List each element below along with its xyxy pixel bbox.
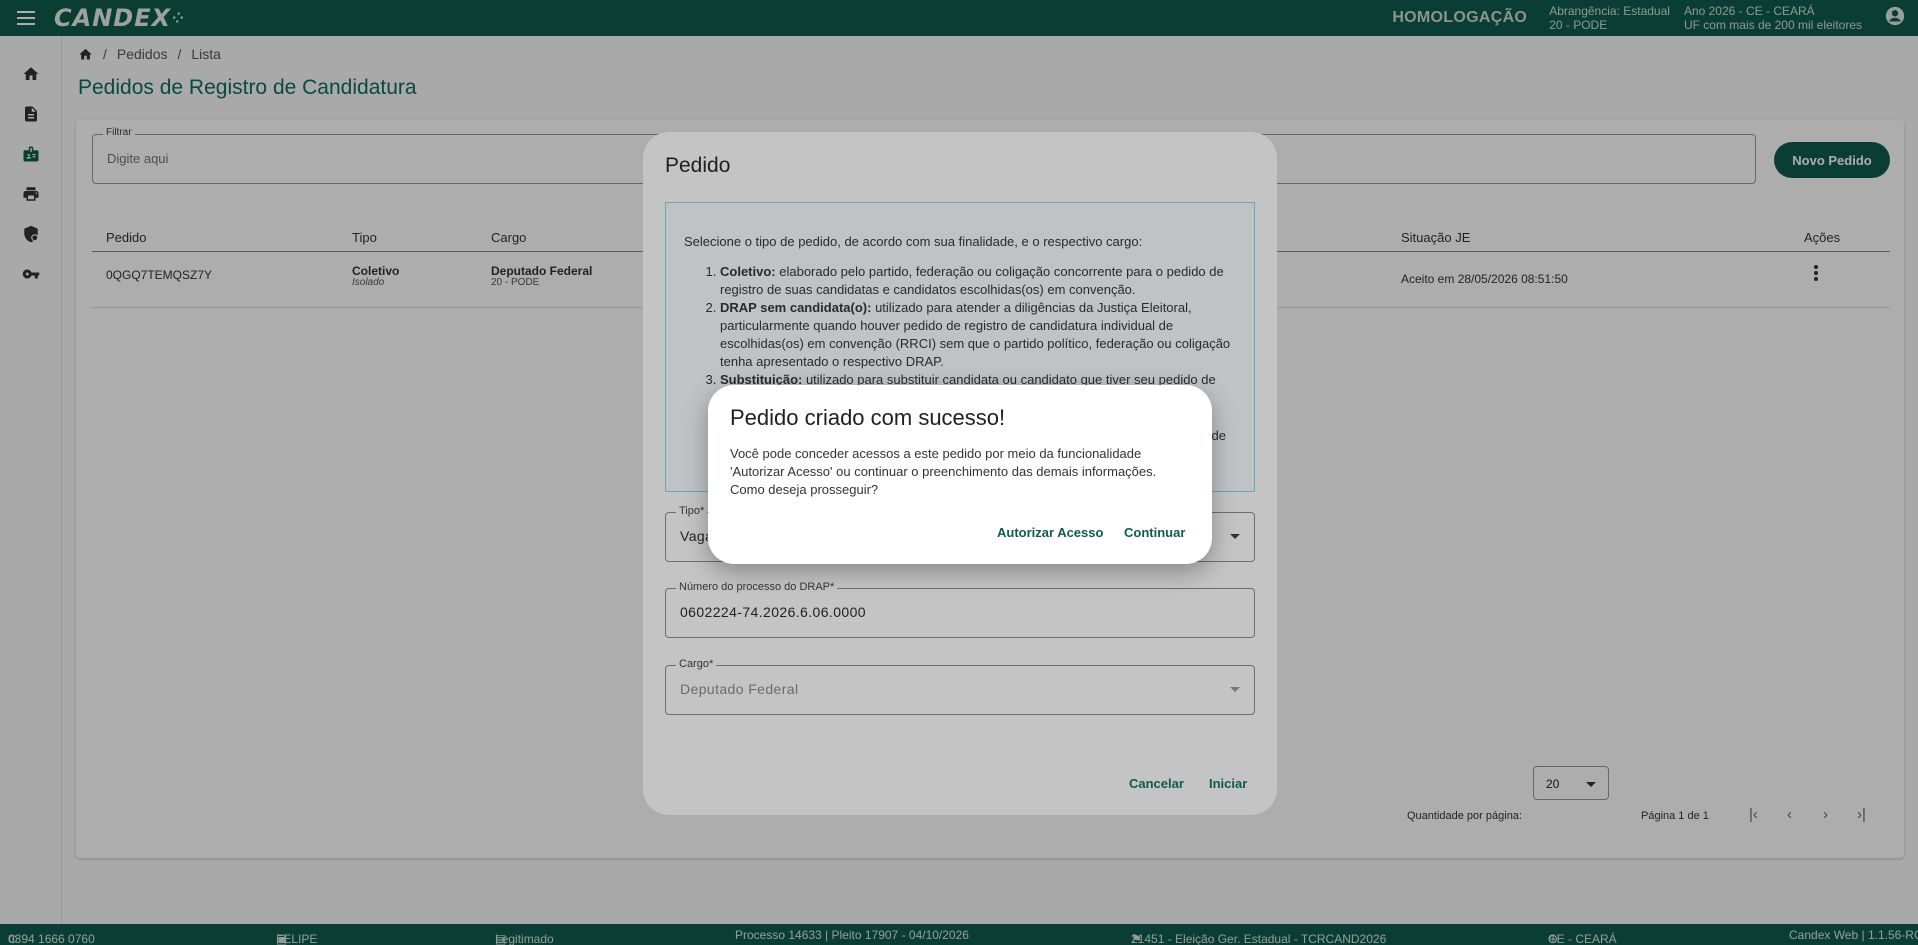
info-item: Coletivo: elaborado pelo partido, federa… [720, 263, 1238, 299]
continuar-button[interactable]: Continuar [1124, 525, 1185, 540]
info-item: DRAP sem candidata(o): utilizado para at… [720, 299, 1238, 371]
success-dialog: Pedido criado com sucesso! Você pode con… [708, 385, 1212, 564]
success-title: Pedido criado com sucesso! [730, 405, 1006, 430]
cancel-button[interactable]: Cancelar [1129, 776, 1184, 791]
success-message: Você pode conceder acessos a este pedido… [730, 446, 1157, 497]
autorizar-acesso-button[interactable]: Autorizar Acesso [997, 525, 1103, 540]
iniciar-button[interactable]: Iniciar [1209, 776, 1247, 791]
cargo-select[interactable]: Cargo* Deputado Federal [665, 658, 1255, 715]
dialog-title: Pedido [665, 154, 731, 177]
dropdown-arrow-icon [1230, 687, 1240, 692]
drap-number-field[interactable]: Número do processo do DRAP* 0602224-74.2… [665, 581, 1255, 638]
info-trailing-text: de [1211, 428, 1226, 443]
dropdown-arrow-icon [1230, 534, 1240, 539]
